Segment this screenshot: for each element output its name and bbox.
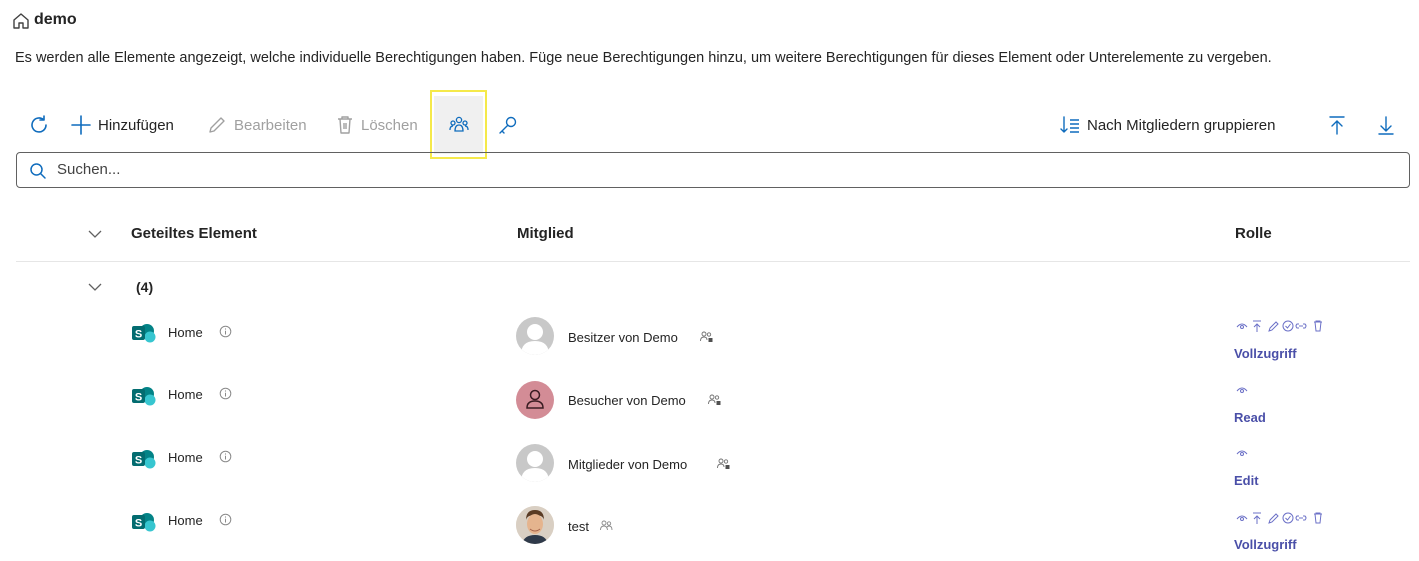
sharepoint-icon: S [131, 511, 157, 533]
arrow-down-icon [1376, 114, 1396, 136]
group-people-icon [708, 394, 722, 406]
home-icon [12, 12, 30, 30]
info-icon[interactable] [219, 387, 232, 400]
shared-item-name[interactable]: Home [168, 387, 203, 402]
svg-text:S: S [135, 518, 142, 530]
info-icon[interactable] [219, 513, 232, 526]
group-collapse-chevron-icon[interactable] [87, 281, 103, 293]
member-name[interactable]: Besitzer von Demo [568, 330, 678, 345]
page-description: Es werden alle Elemente angezeigt, welch… [15, 50, 1272, 66]
role-permission-icons [1236, 511, 1332, 525]
add-button-label: Hinzufügen [98, 116, 174, 134]
member-name[interactable]: Mitglieder von Demo [568, 457, 687, 472]
search-box[interactable] [16, 152, 1410, 188]
photo-avatar [516, 506, 554, 544]
header-divider [16, 261, 1410, 262]
role-name: Vollzugriff [1234, 537, 1297, 552]
svg-text:S: S [135, 455, 142, 467]
sort-list-icon [1059, 114, 1081, 136]
plus-icon [70, 114, 92, 136]
default-avatar [516, 317, 554, 355]
sharepoint-icon: S [131, 385, 157, 407]
column-header-role[interactable]: Rolle [1235, 225, 1272, 242]
svg-text:S: S [135, 329, 142, 341]
pink-person-avatar [516, 381, 554, 419]
member-name[interactable]: Besucher von Demo [568, 393, 686, 408]
role-name: Read [1234, 410, 1266, 425]
group-people-icon [717, 458, 731, 470]
add-button[interactable]: Hinzufügen [70, 110, 174, 140]
collapse-all-chevron-icon[interactable] [87, 228, 103, 240]
key-icon [497, 114, 519, 136]
refresh-icon [28, 114, 50, 136]
column-header-member[interactable]: Mitglied [517, 225, 574, 242]
svg-text:S: S [135, 392, 142, 404]
user-people-icon [600, 520, 613, 532]
refresh-button[interactable] [28, 110, 50, 140]
role-permission-icons [1236, 319, 1332, 333]
column-header-item[interactable]: Geteiltes Element [131, 225, 257, 242]
search-input[interactable] [55, 160, 1259, 179]
delete-button-label: Löschen [361, 116, 418, 134]
group-members-button[interactable] [448, 110, 470, 140]
pencil-icon [206, 114, 228, 136]
edit-button[interactable]: Bearbeiten [206, 110, 307, 140]
scroll-down-button[interactable] [1376, 110, 1396, 140]
search-icon [29, 162, 47, 180]
shared-item-name[interactable]: Home [168, 325, 203, 340]
delete-button[interactable]: Löschen [335, 110, 418, 140]
view-icon [1236, 384, 1248, 394]
group-by-members-button[interactable]: Nach Mitgliedern gruppieren [1059, 110, 1275, 140]
shared-item-name[interactable]: Home [168, 450, 203, 465]
group-by-members-label: Nach Mitgliedern gruppieren [1087, 116, 1276, 134]
edit-button-label: Bearbeiten [234, 116, 307, 134]
group-count: (4) [136, 279, 154, 295]
info-icon[interactable] [219, 450, 232, 463]
arrow-up-to-top-icon [1327, 114, 1347, 136]
permissions-key-button[interactable] [497, 110, 519, 140]
sharepoint-icon: S [131, 448, 157, 470]
role-name: Vollzugriff [1234, 346, 1297, 361]
role-name: Edit [1234, 473, 1259, 488]
view-icon [1236, 447, 1248, 457]
group-people-icon [700, 331, 714, 343]
people-group-icon [448, 114, 470, 136]
scroll-top-button[interactable] [1327, 110, 1347, 140]
trash-icon [335, 114, 355, 136]
default-avatar [516, 444, 554, 482]
info-icon[interactable] [219, 325, 232, 338]
sharepoint-icon: S [131, 322, 157, 344]
member-name[interactable]: test [568, 519, 589, 534]
shared-item-name[interactable]: Home [168, 513, 203, 528]
page-title: demo [34, 11, 77, 28]
